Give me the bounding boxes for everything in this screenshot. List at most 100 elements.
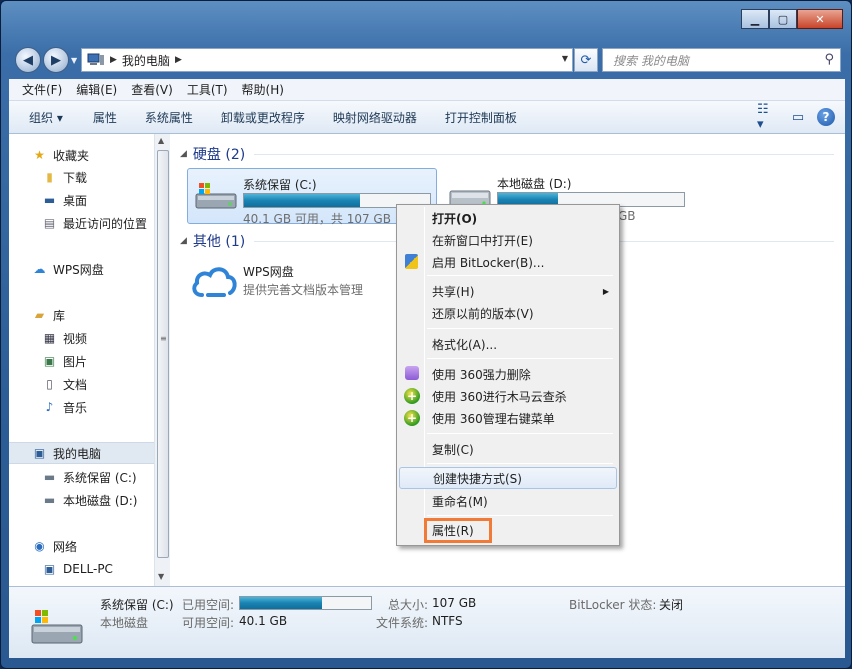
sidebar-item-drive-d[interactable]: ▬ 本地磁盘 (D:) <box>9 489 154 511</box>
caption-buttons: ▁ ▢ ✕ <box>741 9 843 29</box>
menu-separator <box>427 463 613 464</box>
refresh-button[interactable]: ⟳ <box>574 48 598 72</box>
details-used-label: 已用空间: <box>182 598 235 612</box>
scroll-down-icon[interactable]: ▼ <box>158 572 164 581</box>
sidebar-item-label: 最近访问的位置 <box>63 216 148 231</box>
menu-help[interactable]: 帮助(H) <box>235 81 291 98</box>
menu-item-rename[interactable]: 重命名(M) <box>399 490 617 512</box>
organize-button[interactable]: 组织 ▾ <box>15 109 79 126</box>
menu-item-open-new-window[interactable]: 在新窗口中打开(E) <box>399 229 617 251</box>
recent-pages-dropdown[interactable]: ▼ <box>71 56 77 65</box>
menu-item-open[interactable]: 打开(O) <box>399 207 617 229</box>
sidebar-item-pictures[interactable]: ▣ 图片 <box>9 350 154 372</box>
menu-item-label: 复制(C) <box>432 442 474 457</box>
uninstall-button[interactable]: 卸载或更改程序 <box>207 109 319 126</box>
menu-separator <box>427 515 613 516</box>
menu-separator <box>427 328 613 329</box>
picture-icon: ▣ <box>43 354 56 368</box>
sidebar-item-label: 系统保留 (C:) <box>63 470 137 485</box>
details-total-label: 总大小: <box>388 598 429 612</box>
recent-places-icon: ▤ <box>43 216 56 230</box>
menu-item-label: 格式化(A)... <box>432 337 498 352</box>
address-dropdown-icon[interactable]: ▼ <box>562 54 568 63</box>
shield-icon <box>405 254 418 269</box>
sidebar-item-label: 收藏夹 <box>53 148 90 163</box>
sidebar-item-drive-c[interactable]: ▬ 系统保留 (C:) <box>9 466 154 488</box>
scrollbar-thumb[interactable] <box>157 150 169 558</box>
close-button[interactable]: ✕ <box>797 9 843 29</box>
sidebar-item-label: 下载 <box>63 170 88 185</box>
search-icon: ⚲ <box>824 52 834 67</box>
group-header-hard-disks[interactable]: ◢ 硬盘 (2) <box>180 144 245 164</box>
menu-separator <box>427 433 613 434</box>
menu-edit[interactable]: 编辑(E) <box>69 81 124 98</box>
menu-item-restore[interactable]: 还原以前的版本(V) <box>399 302 617 324</box>
menu-item-360-trojan-scan[interactable]: + 使用 360进行木马云查杀 <box>399 385 617 407</box>
sidebar-item-desktop[interactable]: ▬ 桌面 <box>9 189 154 211</box>
scroll-up-icon[interactable]: ▲ <box>158 136 164 145</box>
sidebar-item-downloads[interactable]: ▮ 下载 <box>9 166 154 188</box>
breadcrumb-arrow-icon[interactable]: ▶ <box>175 55 182 65</box>
details-bitlocker-label: BitLocker 状态: <box>569 598 657 612</box>
menu-tools[interactable]: 工具(T) <box>180 81 235 98</box>
drive-name: 系统保留 (C:) <box>243 178 317 192</box>
menu-item-360-delete[interactable]: 使用 360强力删除 <box>399 363 617 385</box>
details-fs-label: 文件系统: <box>376 616 429 630</box>
properties-highlight-box <box>424 518 492 543</box>
collapse-arrow-icon[interactable]: ◢ <box>180 236 187 246</box>
submenu-arrow-icon: ▶ <box>602 286 609 296</box>
sidebar-item-videos[interactable]: ▦ 视频 <box>9 327 154 349</box>
menu-view[interactable]: 查看(V) <box>124 81 180 98</box>
sidebar-item-recent[interactable]: ▤ 最近访问的位置 <box>9 212 154 234</box>
details-free-label: 可用空间: <box>182 616 235 630</box>
document-icon: ▯ <box>46 377 53 391</box>
back-button[interactable]: ◀ <box>15 47 41 73</box>
sidebar-item-library[interactable]: ▰ 库 <box>9 304 154 326</box>
menu-item-share[interactable]: 共享(H) ▶ <box>399 280 617 302</box>
sidebar-item-dell-pc[interactable]: ▣ DELL-PC <box>9 558 154 580</box>
menu-separator <box>427 358 613 359</box>
menu-item-copy[interactable]: 复制(C) <box>399 438 617 460</box>
menu-item-bitlocker[interactable]: 启用 BitLocker(B)... <box>399 251 617 273</box>
cloud-icon: ☁ <box>33 262 46 276</box>
sidebar-item-music[interactable]: ♪ 音乐 <box>9 396 154 418</box>
details-fs-value: NTFS <box>432 614 463 628</box>
collapse-arrow-icon[interactable]: ◢ <box>180 149 187 159</box>
breadcrumb-arrow-icon[interactable]: ▶ <box>110 55 117 65</box>
help-icon[interactable]: ? <box>817 108 835 126</box>
breadcrumb[interactable]: 我的电脑 <box>122 52 170 69</box>
sidebar-item-label: 桌面 <box>63 193 88 208</box>
forward-button[interactable]: ▶ <box>43 47 69 73</box>
address-bar[interactable]: ▶ 我的电脑 ▶ ▼ <box>81 48 573 72</box>
sidebar-item-documents[interactable]: ▯ 文档 <box>9 373 154 395</box>
sidebar-item-computer[interactable]: ▣ 我的电脑 <box>9 442 154 464</box>
drive-name: 本地磁盘 (D:) <box>497 177 572 191</box>
sidebar-item-label: 网络 <box>53 539 78 554</box>
desktop-icon: ▬ <box>43 193 56 207</box>
sidebar-item-wps[interactable]: ☁ WPS网盘 <box>9 258 154 280</box>
group-header-other[interactable]: ◢ 其他 (1) <box>180 231 245 251</box>
map-network-drive-button[interactable]: 映射网络驱动器 <box>319 109 431 126</box>
menu-item-format[interactable]: 格式化(A)... <box>399 333 617 355</box>
search-input[interactable]: 搜索 我的电脑 ⚲ <box>602 48 841 72</box>
shredder-icon <box>405 366 419 380</box>
menu-item-360-menu-manager[interactable]: + 使用 360管理右键菜单 <box>399 407 617 429</box>
system-properties-button[interactable]: 系统属性 <box>131 109 207 126</box>
menu-file[interactable]: 文件(F) <box>15 81 69 98</box>
menu-item-create-shortcut[interactable]: 创建快捷方式(S) <box>399 467 617 489</box>
open-control-panel-button[interactable]: 打开控制面板 <box>431 109 531 126</box>
menu-separator <box>427 275 613 276</box>
properties-button[interactable]: 属性 <box>79 109 131 126</box>
library-icon: ▰ <box>34 308 45 322</box>
view-options-icon[interactable]: ☷ ▾ <box>757 102 779 132</box>
details-drive-name: 系统保留 (C:) <box>100 598 174 612</box>
sidebar-item-favorites[interactable]: ★ 收藏夹 <box>9 144 154 166</box>
sidebar-item-network[interactable]: ◉ 网络 <box>9 535 154 557</box>
explorer-window: ▁ ▢ ✕ ◀ ▶ ▼ ▶ 我的电脑 ▶ ▼ ⟳ 搜索 我的电脑 ⚲ 文件(F)… <box>0 0 852 669</box>
system-drive-icon <box>195 183 237 209</box>
minimize-button[interactable]: ▁ <box>741 9 769 29</box>
preview-pane-icon[interactable]: ▭ <box>787 107 809 127</box>
maximize-button[interactable]: ▢ <box>769 9 797 29</box>
sidebar-scrollbar[interactable]: ▲ ≡ ▼ <box>154 134 170 586</box>
sidebar-item-label: 图片 <box>63 354 88 369</box>
